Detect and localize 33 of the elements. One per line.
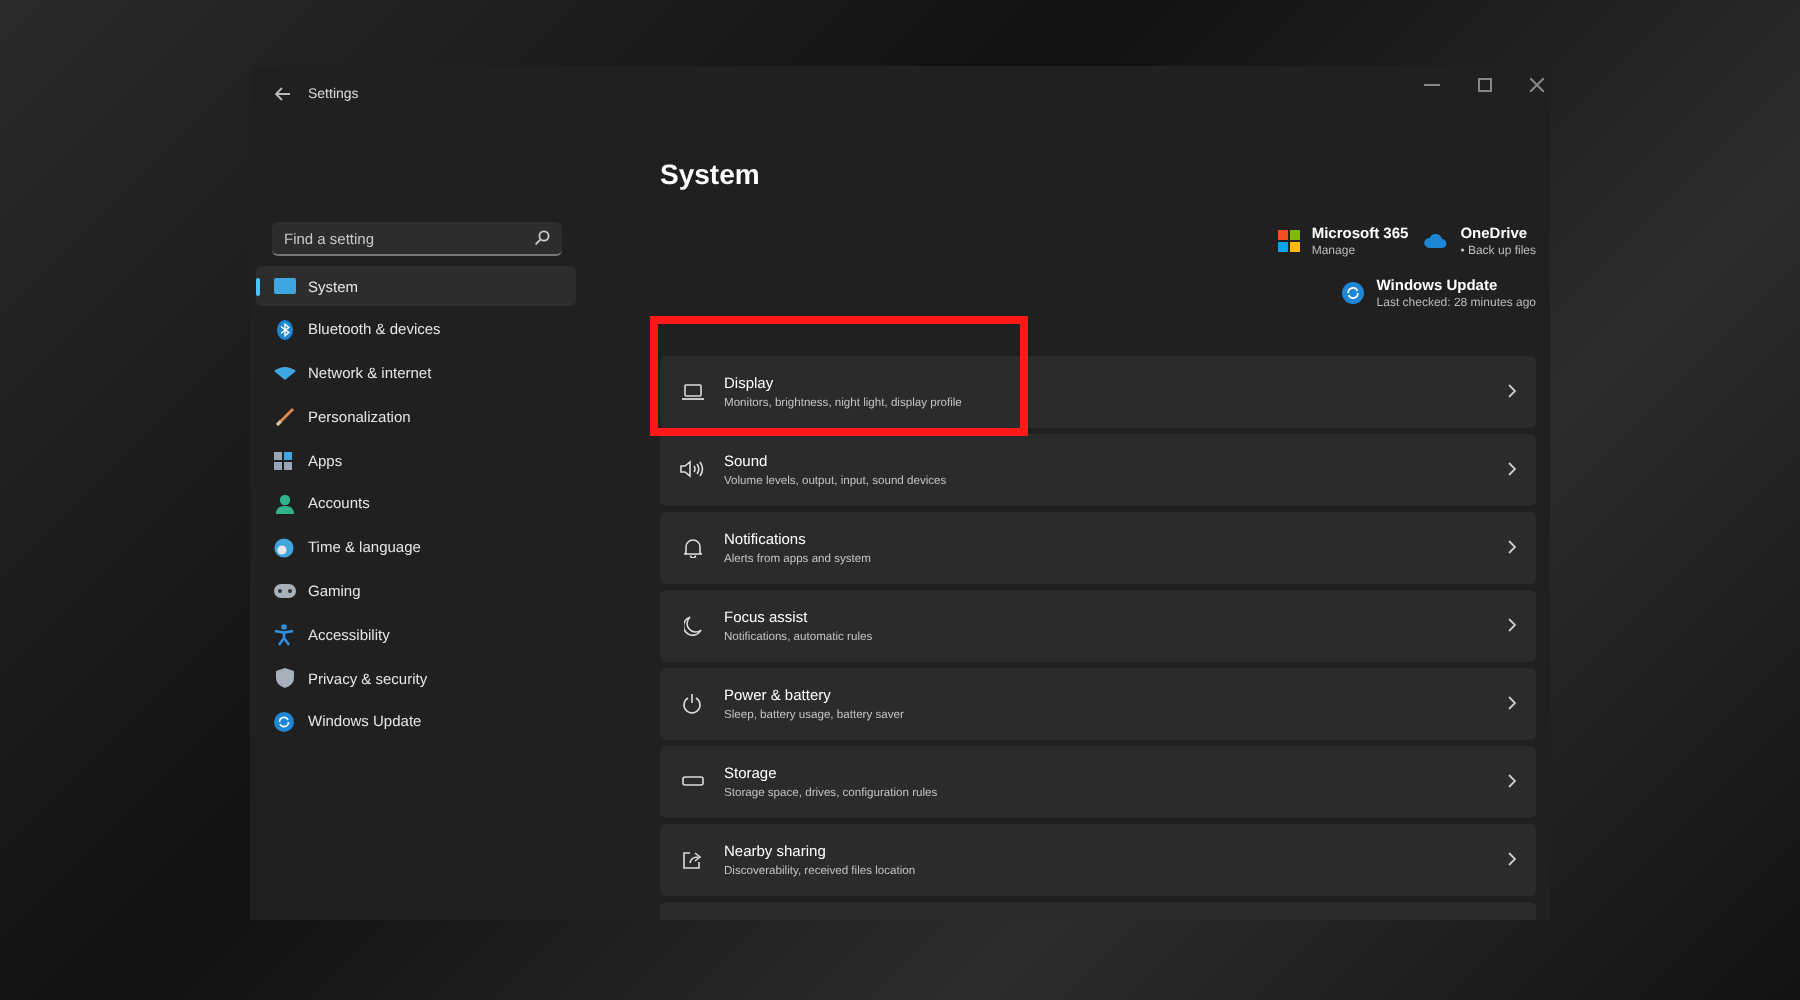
close-icon[interactable] [1530,77,1544,91]
laptop-icon [681,383,703,400]
power-icon [682,693,702,714]
back-arrow-icon[interactable] [274,86,292,102]
apps-icon [274,451,294,470]
chevron-right-icon [1508,618,1516,633]
search-icon [534,230,550,246]
person-icon [275,493,293,514]
chevron-right-icon [1508,852,1516,867]
brush-icon [275,407,293,426]
minimize-icon[interactable] [1424,83,1440,85]
cloud-icon [1424,234,1449,248]
refresh-icon [1342,282,1365,304]
chevron-right-icon [1508,540,1516,555]
speaker-icon [680,460,704,479]
four-squares-icon [1277,230,1300,252]
bell-icon [683,537,701,558]
chevron-right-icon [1508,462,1516,477]
chevron-right-icon [1508,774,1516,789]
moon-icon [683,615,701,636]
chevron-right-icon [1508,696,1516,711]
monitor-icon [273,278,295,294]
wifi-icon [273,366,295,381]
chevron-right-icon [1508,384,1516,399]
gamepad-icon [273,584,295,599]
drive-icon [681,776,703,787]
refresh-icon [274,711,294,732]
accessibility-icon [274,623,294,646]
maximize-icon[interactable] [1478,77,1492,91]
page-title: System [660,156,762,190]
share-icon [682,849,702,870]
bluetooth-icon [275,319,293,340]
shield-icon [275,668,293,689]
